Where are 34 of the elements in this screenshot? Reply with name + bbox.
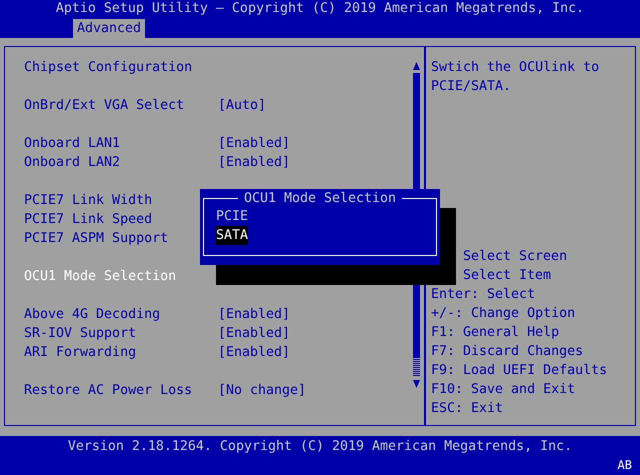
setting-value[interactable]: [Enabled] [218, 324, 290, 343]
key-hint: F10: Save and Exit [431, 381, 576, 399]
key-hint: Select Item [462, 267, 552, 285]
section-heading: Chipset Configuration [24, 59, 194, 77]
key-hint: F1: General Help [431, 324, 560, 342]
key-hint: ESC: Exit [431, 400, 504, 418]
setting-label[interactable]: OCU1 Mode Selection [24, 267, 218, 286]
version-text: Version 2.18.1264. Copyright (C) 2019 American Megatrends, Inc. [68, 438, 572, 456]
setting-label[interactable]: Onboard LAN2 [24, 153, 218, 172]
setting-value[interactable]: [No change] [218, 381, 306, 400]
setting-value[interactable]: [Enabled] [218, 134, 290, 153]
setting-label[interactable]: Above 4G Decoding [24, 305, 218, 324]
setting-value[interactable]: [Enabled] [218, 153, 290, 172]
help-text: Swtich the OCUlink to PCIE/SATA. [431, 59, 600, 96]
popup-option[interactable]: SATA [216, 226, 248, 245]
key-hint: +/-: Change Option [431, 305, 576, 323]
setting-label[interactable]: OnBrd/Ext VGA Select [24, 96, 218, 115]
setting-value[interactable]: [Enabled] [218, 343, 290, 362]
key-hint: Select Screen [462, 248, 568, 266]
key-hint: F9: Load UEFI Defaults [431, 362, 608, 380]
scroll-up-icon[interactable] [413, 62, 420, 70]
window-title: Aptio Setup Utility – Copyright (C) 2019 American Megatrends, Inc. [54, 0, 586, 18]
setting-label[interactable]: Restore AC Power Loss [24, 381, 218, 400]
setting-label[interactable]: Onboard LAN1 [24, 134, 218, 153]
setting-label[interactable]: ARI Forwarding [24, 343, 218, 362]
setting-value[interactable]: [Enabled] [218, 305, 290, 324]
setting-value[interactable]: [Auto] [218, 96, 266, 115]
menu-tab[interactable]: Advanced [73, 19, 146, 38]
status-indicator: AB [618, 458, 633, 472]
scroll-down-icon[interactable] [413, 380, 420, 388]
setting-label[interactable]: SR-IOV Support [24, 324, 218, 343]
key-hint: F7: Discard Changes [431, 343, 584, 361]
popup-option[interactable]: PCIE [216, 207, 248, 226]
key-hint: Enter: Select [431, 286, 536, 304]
